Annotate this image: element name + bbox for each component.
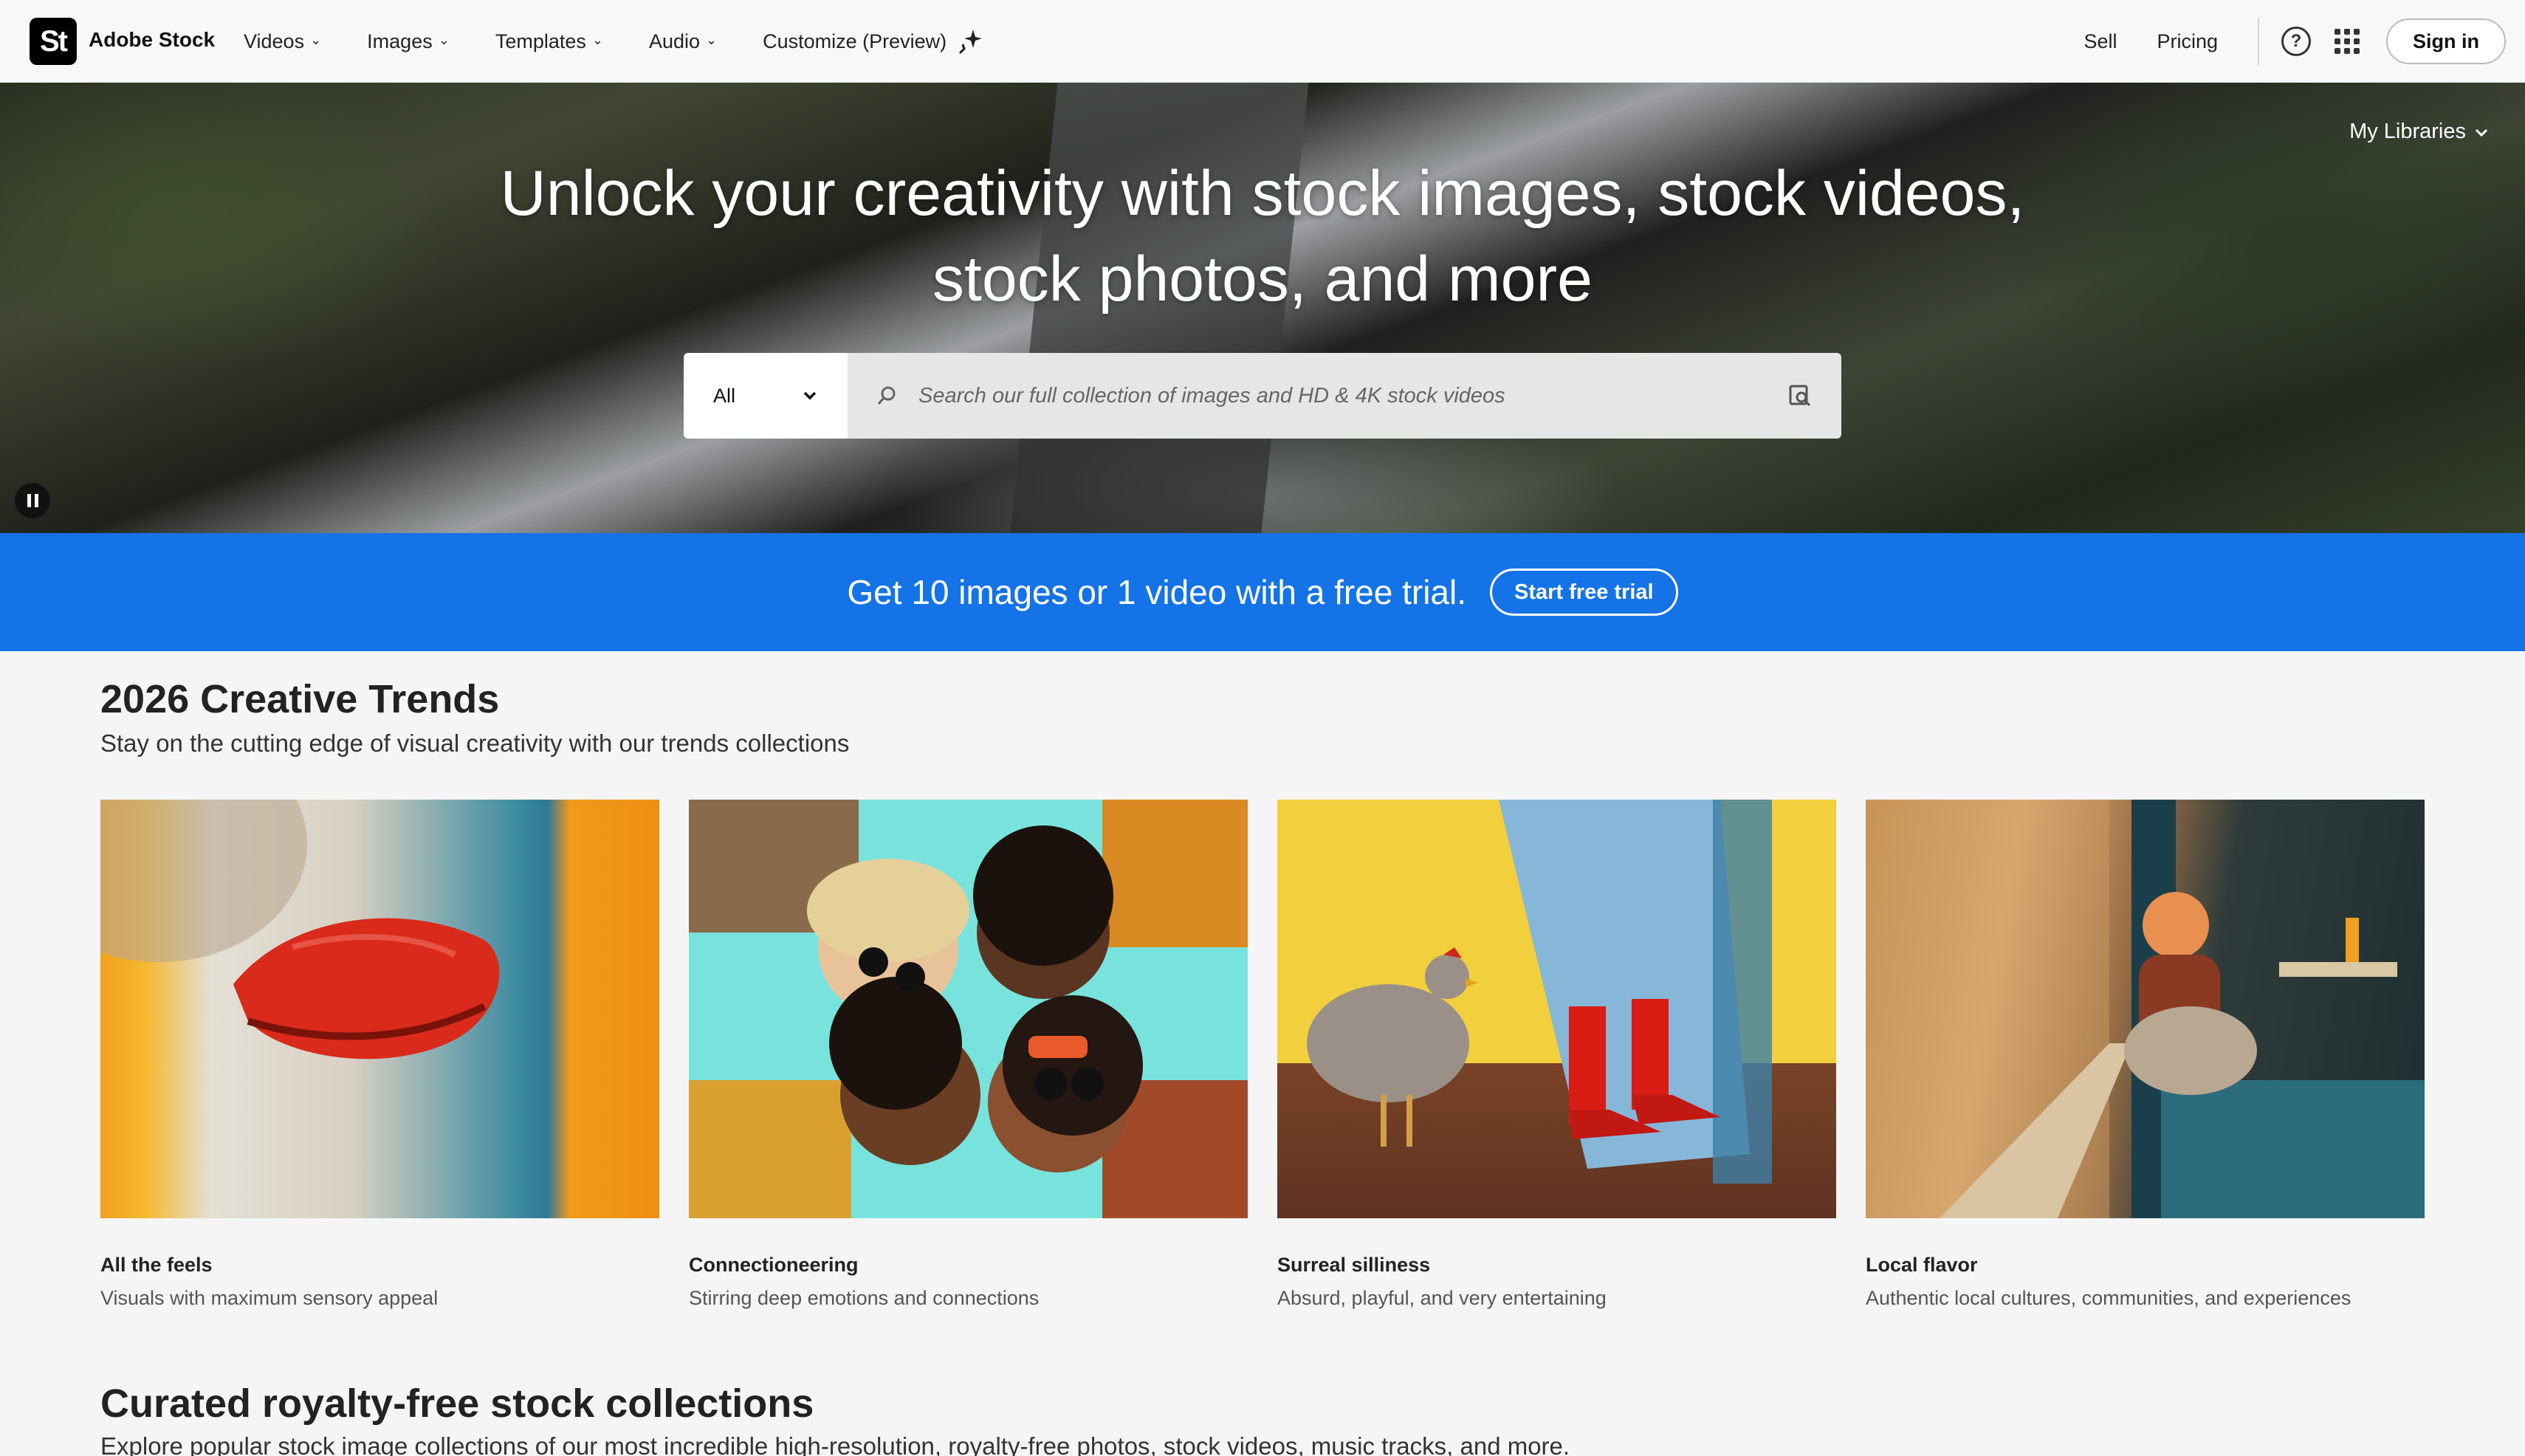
nav-label: Videos bbox=[244, 30, 305, 52]
nav-videos[interactable]: Videos ⌄ bbox=[244, 30, 321, 53]
start-free-trial-button[interactable]: Start free trial bbox=[1490, 569, 1678, 616]
trend-card-all-the-feels[interactable]: All the feels Visuals with maximum senso… bbox=[100, 800, 659, 1310]
hero-banner: My Libraries Unlock your creativity with… bbox=[0, 83, 2525, 533]
visual-search-icon[interactable] bbox=[1787, 382, 1813, 409]
hero-title-line-2: stock photos, and more bbox=[932, 244, 1593, 315]
card-title[interactable]: Surreal silliness bbox=[1277, 1254, 1836, 1277]
nav-label: Customize (Preview) bbox=[763, 30, 947, 52]
card-description: Visuals with maximum sensory appeal bbox=[100, 1287, 439, 1309]
chevron-down-icon: ⌄ bbox=[438, 32, 450, 47]
trend-card-surreal-silliness[interactable]: Surreal silliness Absurd, playful, and v… bbox=[1277, 800, 1836, 1310]
search-bar: All bbox=[684, 353, 1841, 439]
sell-link[interactable]: Sell bbox=[2083, 30, 2117, 53]
sparkle-icon bbox=[959, 30, 983, 55]
pause-video-button[interactable] bbox=[15, 483, 50, 518]
nav-templates[interactable]: Templates ⌄ bbox=[495, 30, 603, 53]
nav-label: Images bbox=[367, 30, 433, 52]
card-description: Absurd, playful, and very entertaining bbox=[1277, 1287, 1607, 1309]
free-trial-banner: Get 10 images or 1 video with a free tri… bbox=[0, 533, 2525, 651]
top-header: St Adobe Stock Videos ⌄ Images ⌄ Templates… bbox=[0, 0, 2525, 83]
search-category-select[interactable]: All bbox=[684, 353, 848, 439]
trends-subtitle: Stay on the cutting edge of visual creat… bbox=[100, 729, 850, 757]
card-title[interactable]: All the feels bbox=[100, 1254, 659, 1277]
chevron-down-icon: ⌄ bbox=[591, 32, 603, 47]
sign-in-button[interactable]: Sign in bbox=[2386, 18, 2506, 64]
chevron-down-icon: ⌄ bbox=[706, 32, 718, 47]
trend-image-chicken-heels[interactable] bbox=[1277, 800, 1836, 1218]
search-icon bbox=[877, 386, 896, 405]
card-description: Stirring deep emotions and connections bbox=[689, 1287, 1040, 1309]
hero-title-line-1: Unlock your creativity with stock images… bbox=[500, 158, 2025, 229]
header-actions: Sell Pricing ? Sign in bbox=[2083, 0, 2506, 83]
trend-image-friends-illustration[interactable] bbox=[689, 800, 1248, 1218]
nav-audio[interactable]: Audio ⌄ bbox=[649, 30, 717, 53]
trend-card-local-flavor[interactable]: Local flavor Authentic local cultures, c… bbox=[1866, 800, 2425, 1310]
apps-grid-icon[interactable] bbox=[2335, 29, 2360, 54]
card-title[interactable]: Local flavor bbox=[1866, 1254, 2425, 1277]
pricing-link[interactable]: Pricing bbox=[2157, 30, 2218, 53]
trend-image-lips[interactable] bbox=[100, 800, 659, 1218]
trends-title: 2026 Creative Trends bbox=[100, 677, 500, 721]
help-icon[interactable]: ? bbox=[2281, 27, 2311, 56]
search-field bbox=[848, 353, 1841, 439]
main-nav: Videos ⌄ Images ⌄ Templates ⌄ Audio ⌄ Custom… bbox=[244, 0, 983, 83]
chevron-down-icon bbox=[2475, 128, 2488, 137]
card-description: Authentic local cultures, communities, a… bbox=[1866, 1287, 2351, 1309]
promo-text: Get 10 images or 1 video with a free tri… bbox=[847, 573, 1467, 611]
collections-title: Curated royalty-free stock collections bbox=[100, 1381, 814, 1426]
nav-images[interactable]: Images ⌄ bbox=[367, 30, 450, 53]
search-category-value: All bbox=[713, 384, 736, 407]
header-divider bbox=[2258, 18, 2259, 65]
logo-mark-text: St bbox=[40, 24, 68, 58]
brand-name[interactable]: Adobe Stock bbox=[89, 28, 215, 52]
card-title[interactable]: Connectioneering bbox=[689, 1254, 1248, 1277]
trend-image-local-street[interactable] bbox=[1866, 800, 2425, 1218]
my-libraries-button[interactable]: My Libraries bbox=[2349, 120, 2490, 144]
search-input[interactable] bbox=[918, 383, 1787, 408]
hero-title: Unlock your creativity with stock images… bbox=[0, 151, 2525, 322]
chevron-down-icon bbox=[803, 391, 817, 400]
nav-label: Templates bbox=[495, 30, 586, 52]
chevron-down-icon: ⌄ bbox=[310, 32, 322, 47]
collections-subtitle: Explore popular stock image collections … bbox=[100, 1432, 1570, 1456]
my-libraries-label: My Libraries bbox=[2349, 120, 2466, 143]
trend-cards: All the feels Visuals with maximum senso… bbox=[100, 800, 2425, 1310]
nav-label: Audio bbox=[648, 30, 701, 52]
nav-customize[interactable]: Customize (Preview) bbox=[763, 28, 983, 55]
adobe-stock-logo-icon[interactable]: St bbox=[30, 18, 77, 65]
trend-card-connectioneering[interactable]: Connectioneering Stirring deep emotions … bbox=[689, 800, 1248, 1310]
